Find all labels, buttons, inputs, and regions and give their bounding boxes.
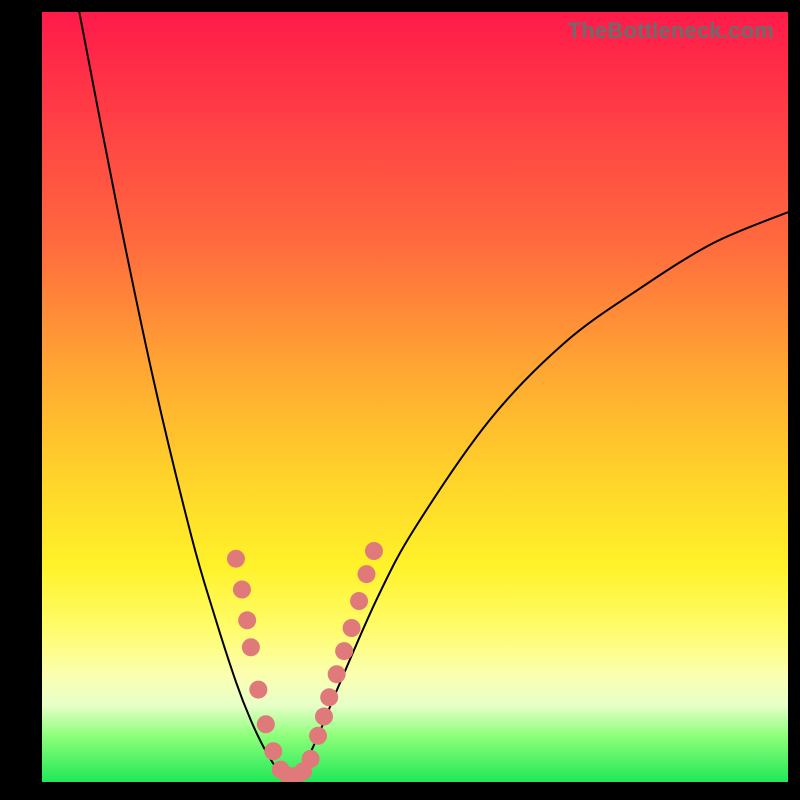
marker-dot xyxy=(320,688,338,706)
marker-dot xyxy=(335,642,353,660)
marker-dot xyxy=(227,550,245,568)
curves-layer xyxy=(42,12,788,782)
marker-dot xyxy=(309,727,327,745)
marker-dot xyxy=(264,742,282,760)
marker-dot xyxy=(365,542,383,560)
marker-dot xyxy=(358,565,376,583)
marker-dot xyxy=(257,715,275,733)
marker-dots-group xyxy=(227,542,383,782)
right-curve xyxy=(288,212,788,782)
marker-dot xyxy=(249,681,267,699)
marker-dot xyxy=(343,619,361,637)
marker-dot xyxy=(350,592,368,610)
left-curve xyxy=(79,12,288,782)
marker-dot xyxy=(238,611,256,629)
marker-dot xyxy=(242,638,260,656)
marker-dot xyxy=(302,750,320,768)
marker-dot xyxy=(328,665,346,683)
marker-dot xyxy=(315,708,333,726)
plot-area: TheBottleneck.com xyxy=(42,12,788,782)
chart-frame: TheBottleneck.com xyxy=(0,0,800,800)
marker-dot xyxy=(233,581,251,599)
